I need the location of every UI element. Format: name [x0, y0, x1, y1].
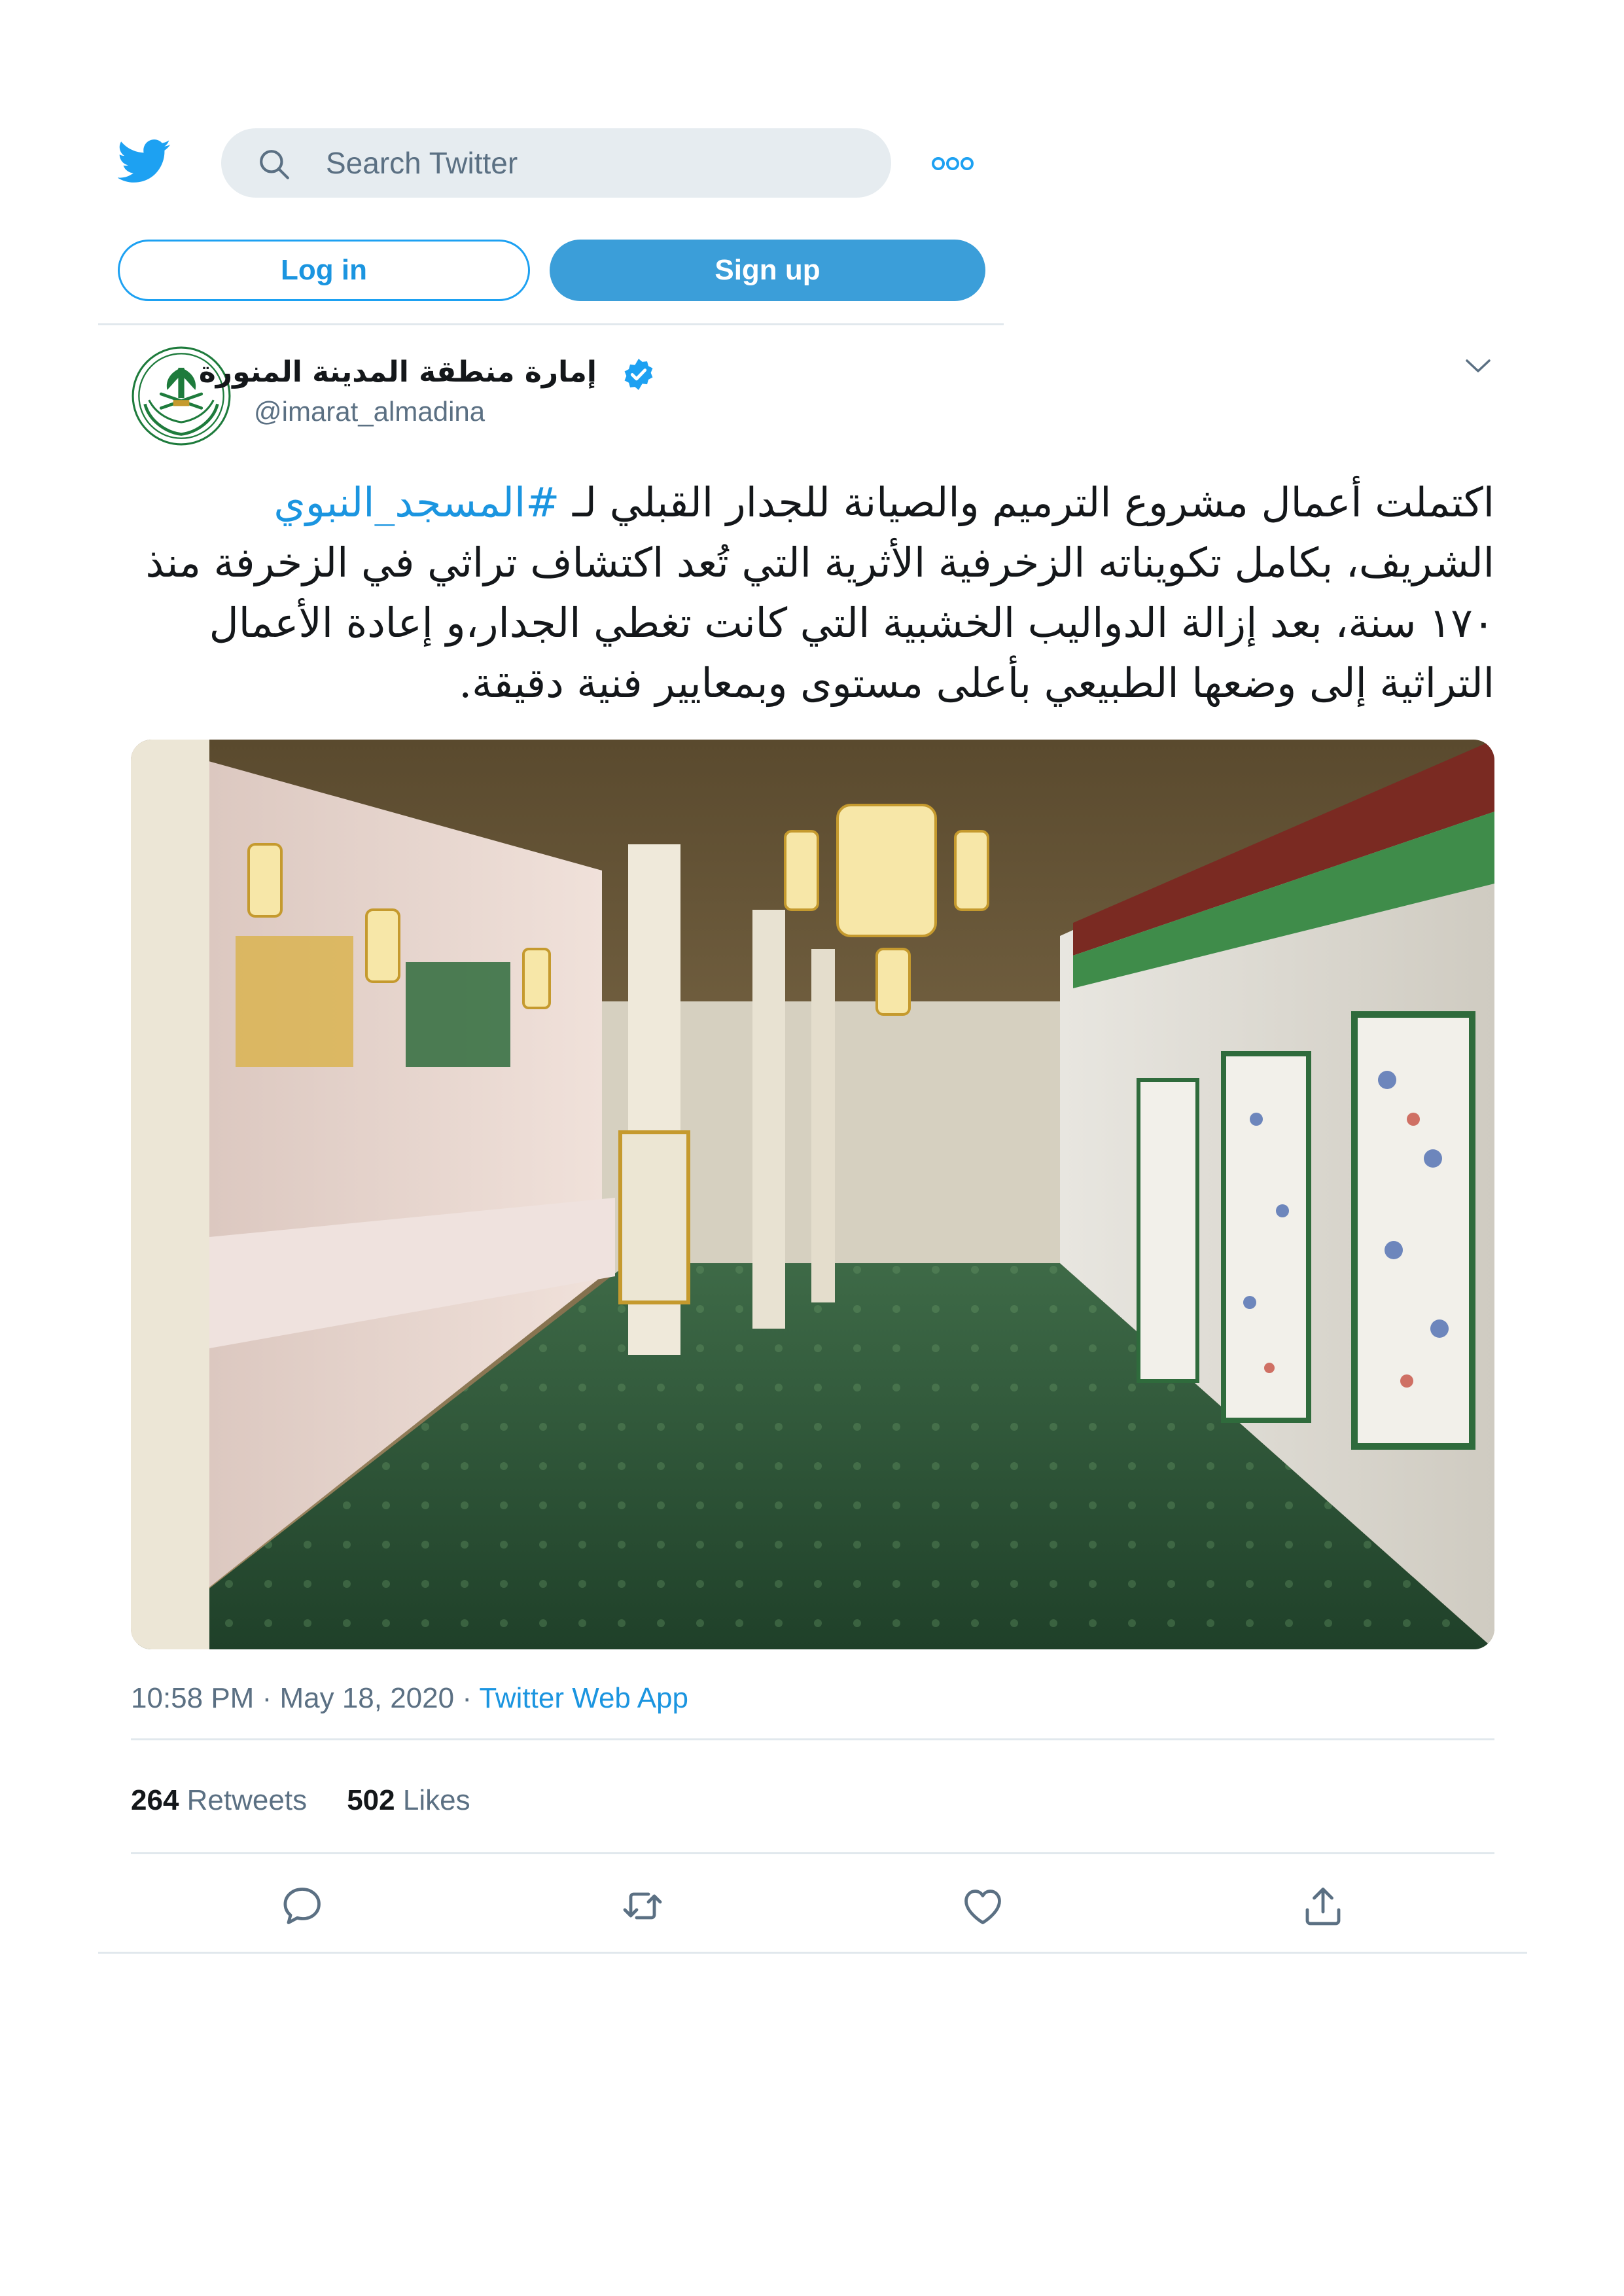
twitter-bird-icon[interactable] [118, 139, 171, 185]
search-placeholder: Search Twitter [326, 146, 518, 180]
tweet-stats: 264 Retweets 502 Likes [131, 1782, 470, 1820]
verified-badge-icon [624, 359, 653, 390]
retweets-count: 264 [131, 1784, 179, 1816]
author-display-name[interactable]: إمارة منطقة المدينة المنورة [199, 353, 597, 391]
tweet-photo[interactable] [131, 740, 1494, 1649]
likes-label: Likes [402, 1784, 470, 1816]
reply-icon[interactable] [279, 1882, 326, 1929]
retweet-icon[interactable] [619, 1882, 666, 1929]
header-divider [98, 323, 1004, 325]
chevron-down-icon[interactable] [1463, 356, 1493, 376]
likes-count: 502 [347, 1784, 395, 1816]
tweet-source-link[interactable]: Twitter Web App [479, 1682, 688, 1714]
retweets-label: Retweets [186, 1784, 308, 1816]
login-button[interactable]: Log in [118, 240, 530, 301]
tweet-text-part: اكتملت أعمال مشروع الترميم والصيانة للجد… [559, 478, 1494, 526]
signup-button[interactable]: Sign up [550, 240, 985, 301]
tweet-meta: 10:58 PM · May 18, 2020 · Twitter Web Ap… [131, 1679, 688, 1717]
divider [131, 1852, 1494, 1854]
meta-separator: · [262, 1682, 272, 1714]
share-icon[interactable] [1299, 1882, 1347, 1929]
likes-stat[interactable]: 502 Likes [347, 1784, 470, 1816]
more-icon[interactable] [932, 154, 974, 173]
search-icon [260, 150, 289, 179]
tweet-text: اكتملت أعمال مشروع الترميم والصيانة للجد… [131, 473, 1494, 713]
tweet-text-part: الشريف، بكامل تكويناته الزخرفية الأثرية … [145, 539, 1494, 707]
meta-separator: · [462, 1682, 472, 1714]
retweets-stat[interactable]: 264 Retweets [131, 1784, 307, 1816]
author-handle[interactable]: @imarat_almadina [254, 394, 485, 429]
hashtag-link[interactable]: #المسجد_النبوي [274, 478, 559, 526]
divider [98, 1952, 1527, 1954]
divider [131, 1738, 1494, 1740]
like-heart-icon[interactable] [959, 1882, 1006, 1929]
search-input[interactable]: Search Twitter [221, 128, 891, 198]
tweet-time[interactable]: 10:58 PM [131, 1682, 254, 1714]
tweet-date[interactable]: May 18, 2020 [279, 1682, 454, 1714]
